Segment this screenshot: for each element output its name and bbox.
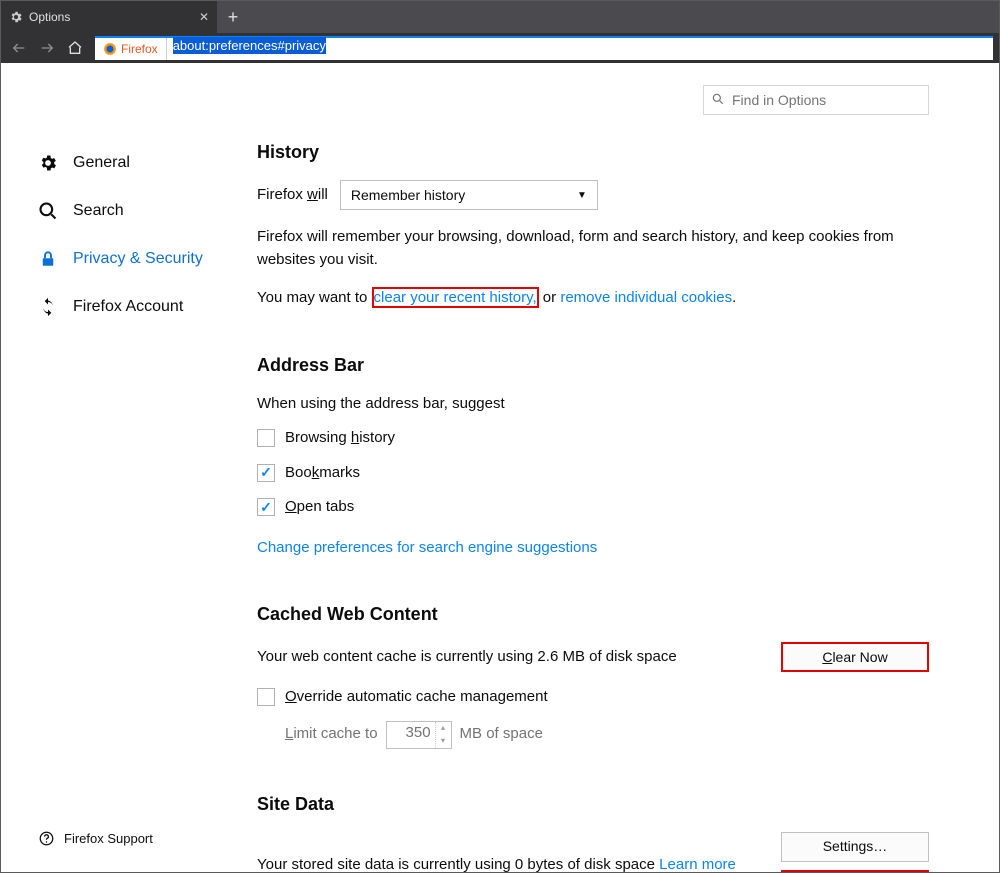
- clear-cache-button[interactable]: Clear Now: [781, 642, 929, 672]
- sidebar-item-label: Firefox Account: [73, 298, 183, 316]
- new-tab-button[interactable]: +: [217, 1, 249, 33]
- checkbox-icon: [257, 498, 275, 516]
- sitedata-settings-button[interactable]: Settings…: [781, 832, 929, 862]
- firefox-support-link[interactable]: Firefox Support: [39, 831, 153, 846]
- home-icon[interactable]: [63, 36, 87, 60]
- close-icon[interactable]: ✕: [199, 10, 209, 24]
- tab-title: Options: [29, 10, 70, 24]
- override-cache-checkbox[interactable]: Override automatic cache management: [257, 686, 929, 709]
- browser-navbar: Firefox about:preferences#privacy: [1, 33, 999, 63]
- cache-heading: Cached Web Content: [257, 601, 929, 628]
- url-input[interactable]: about:preferences#privacy: [167, 38, 993, 60]
- spinner-down-icon[interactable]: ▾: [436, 735, 451, 748]
- checkbox-label: Browsing history: [285, 427, 395, 450]
- checkbox-label: Bookmarks: [285, 462, 360, 485]
- clear-all-data-button[interactable]: Clear All Data: [781, 870, 929, 873]
- content-area: General Search Privacy & Security Firefo…: [1, 63, 999, 872]
- learn-more-link[interactable]: Learn more: [659, 856, 736, 872]
- suggest-bookmarks-checkbox[interactable]: Bookmarks: [257, 462, 929, 485]
- history-mode-dropdown[interactable]: Remember history ▼: [340, 180, 598, 210]
- suggest-opentabs-checkbox[interactable]: Open tabs: [257, 496, 929, 519]
- identity-box[interactable]: Firefox: [95, 38, 167, 60]
- gear-icon: [9, 10, 23, 24]
- identity-label: Firefox: [121, 42, 158, 56]
- lock-icon: [37, 249, 59, 269]
- search-icon: [711, 92, 725, 106]
- suggest-history-checkbox[interactable]: Browsing history: [257, 427, 929, 450]
- addressbar-description: When using the address bar, suggest: [257, 393, 929, 416]
- firefox-logo-icon: [103, 42, 117, 56]
- sidebar-item-privacy[interactable]: Privacy & Security: [37, 235, 257, 283]
- dropdown-value: Remember history: [351, 185, 465, 206]
- browser-tab[interactable]: Options ✕: [1, 1, 217, 33]
- search-icon: [37, 201, 59, 221]
- history-description: Firefox will remember your browsing, dow…: [257, 226, 929, 271]
- search-input[interactable]: [703, 85, 929, 115]
- gear-icon: [37, 153, 59, 173]
- checkbox-icon: [257, 688, 275, 706]
- support-label: Firefox Support: [64, 831, 153, 846]
- cache-description: Your web content cache is currently usin…: [257, 646, 677, 669]
- sidebar-item-account[interactable]: Firefox Account: [37, 283, 257, 331]
- sitedata-description: Your stored site data is currently using…: [257, 854, 736, 872]
- search-suggestions-link[interactable]: Change preferences for search engine sug…: [257, 539, 597, 556]
- forward-icon[interactable]: [35, 36, 59, 60]
- back-icon[interactable]: [7, 36, 31, 60]
- history-will-label: Firefox will: [257, 184, 328, 207]
- history-links-line: You may want to clear your recent histor…: [257, 287, 929, 310]
- spinner-up-icon[interactable]: ▴: [436, 722, 451, 735]
- search-options-field[interactable]: [703, 85, 929, 115]
- sync-icon: [37, 297, 59, 317]
- checkbox-icon: [257, 429, 275, 447]
- sidebar-item-search[interactable]: Search: [37, 187, 257, 235]
- help-icon: [39, 831, 54, 846]
- clear-history-link[interactable]: clear your recent history,: [372, 287, 539, 308]
- preferences-sidebar: General Search Privacy & Security Firefo…: [1, 63, 257, 872]
- remove-cookies-link[interactable]: remove individual cookies: [560, 289, 732, 306]
- sidebar-item-label: Privacy & Security: [73, 250, 203, 268]
- checkbox-icon: [257, 464, 275, 482]
- sidebar-item-general[interactable]: General: [37, 139, 257, 187]
- sitedata-heading: Site Data: [257, 791, 929, 818]
- url-bar[interactable]: Firefox about:preferences#privacy: [95, 36, 993, 60]
- limit-cache-row: Limit cache to 350 ▴▾ MB of space: [285, 721, 929, 749]
- preferences-main: History Firefox will Remember history ▼ …: [257, 63, 999, 872]
- addressbar-heading: Address Bar: [257, 352, 929, 379]
- checkbox-label: Override automatic cache management: [285, 686, 548, 709]
- cache-limit-input[interactable]: 350 ▴▾: [386, 721, 452, 749]
- sidebar-item-label: General: [73, 154, 130, 172]
- history-heading: History: [257, 139, 929, 166]
- checkbox-label: Open tabs: [285, 496, 354, 519]
- chevron-down-icon: ▼: [577, 188, 587, 203]
- sidebar-item-label: Search: [73, 202, 124, 220]
- browser-titlebar: Options ✕ +: [1, 1, 999, 33]
